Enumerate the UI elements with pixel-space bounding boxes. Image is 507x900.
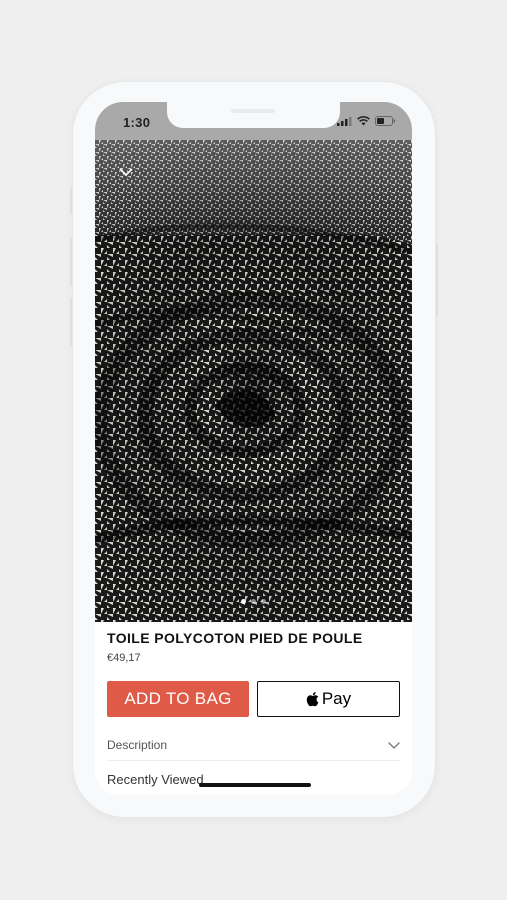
chevron-down-icon[interactable]	[119, 168, 133, 177]
home-indicator[interactable]	[199, 783, 311, 787]
chevron-down-icon	[388, 741, 400, 749]
carousel-indicator	[95, 599, 412, 604]
section-divider	[107, 760, 400, 761]
add-to-bag-button[interactable]: ADD TO BAG	[107, 681, 249, 717]
speaker-grille	[231, 109, 275, 113]
carousel-dot-active[interactable]	[241, 599, 246, 604]
description-label: Description	[107, 738, 168, 752]
apple-pay-button[interactable]: Pay	[257, 681, 400, 717]
product-image[interactable]	[95, 140, 412, 622]
houndstooth-fabric-image	[95, 140, 412, 622]
wifi-icon	[357, 116, 370, 126]
phone-notch	[167, 102, 340, 128]
description-accordion[interactable]: Description	[107, 736, 400, 754]
carousel-dot[interactable]	[251, 599, 256, 604]
battery-icon	[375, 116, 396, 126]
cellular-signal-icon	[337, 116, 352, 126]
status-time: 1:30	[123, 115, 151, 130]
add-to-bag-label: ADD TO BAG	[124, 689, 232, 708]
product-price: €49,17	[107, 652, 141, 664]
app-screen: 1:30 TOILE POLYCOTON PIED DE POULE €49,1…	[95, 102, 412, 795]
status-icons	[337, 116, 396, 126]
carousel-dot[interactable]	[261, 599, 266, 604]
product-title: TOILE POLYCOTON PIED DE POULE	[107, 630, 363, 646]
status-bar: 1:30	[95, 102, 412, 140]
recently-viewed-heading: Recently Viewed	[107, 772, 204, 787]
apple-pay-label: Pay	[321, 689, 352, 708]
power-button	[435, 244, 438, 316]
apple-logo-icon	[306, 692, 319, 707]
